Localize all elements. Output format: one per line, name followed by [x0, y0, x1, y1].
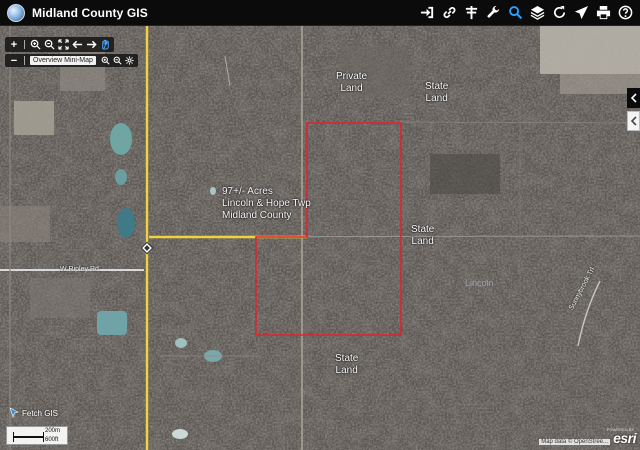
utility-pole-icon[interactable] [463, 4, 480, 21]
label-state-land-ne: State Land [425, 81, 449, 104]
expand-panel-tab[interactable] [627, 111, 640, 131]
print-icon[interactable] [595, 4, 612, 21]
link-icon[interactable] [441, 4, 458, 21]
chevron-left-icon [630, 116, 637, 126]
zoom-out-icon[interactable] [42, 38, 56, 52]
label-parcel-acreage: 97+/- Acres Lincoln & Hope Twp Midland C… [222, 186, 311, 221]
map-navigation-bar: + [5, 37, 114, 52]
search-icon[interactable] [507, 4, 524, 21]
send-icon[interactable] [573, 4, 590, 21]
previous-extent-icon[interactable] [70, 38, 84, 52]
sign-in-icon[interactable] [419, 4, 436, 21]
esri-logo[interactable]: esri [613, 430, 636, 446]
pan-hand-icon[interactable] [98, 38, 112, 52]
label-lincoln-township: Lincoln [465, 278, 494, 288]
label-private-land: Private Land [336, 71, 368, 94]
app-header: Midland County GIS [0, 0, 640, 26]
toolbar [419, 4, 634, 21]
minimap-zoom-in-icon[interactable] [100, 55, 112, 67]
layers-icon[interactable] [529, 4, 546, 21]
minimap-bar: − Overview Mini-Map [5, 54, 138, 67]
scale-bar: 200m 600ft [6, 426, 68, 445]
help-icon[interactable] [617, 4, 634, 21]
label-state-land-s: State Land [335, 353, 359, 376]
app-title: Midland County GIS [32, 5, 148, 20]
globe-logo-icon [7, 3, 25, 22]
zoom-out-button[interactable]: − [7, 54, 21, 68]
next-extent-icon[interactable] [84, 38, 98, 52]
chevron-left-icon [630, 93, 637, 103]
road-label-west: W Ripley Rd [60, 266, 99, 273]
aerial-imagery [0, 26, 640, 450]
minimap-zoom-out-icon[interactable] [112, 55, 124, 67]
scale-top-label: 200m [45, 428, 61, 434]
map-attribution[interactable]: Map data © OpenStree... [539, 439, 610, 445]
scale-bottom-label: 600ft [45, 437, 59, 443]
full-extent-icon[interactable] [56, 38, 70, 52]
scale-line [13, 436, 43, 438]
zoom-in-button[interactable]: + [7, 38, 21, 52]
zoom-in-icon[interactable] [28, 38, 42, 52]
fetch-gis-link[interactable]: Fetch GIS [8, 407, 58, 419]
refresh-icon[interactable] [551, 4, 568, 21]
wrench-icon[interactable] [485, 4, 502, 21]
map-view[interactable]: Private Land State Land 97+/- Acres Linc… [0, 26, 640, 450]
scale-tick [43, 432, 44, 442]
collapse-panel-tab[interactable] [627, 88, 640, 108]
fetch-gis-label: Fetch GIS [22, 408, 59, 418]
label-state-land-e: State Land [411, 224, 435, 247]
minimap-settings-icon[interactable] [124, 55, 136, 67]
divider [24, 56, 25, 65]
cursor-arrow-icon [9, 407, 19, 418]
overview-minimap-button[interactable]: Overview Mini-Map [30, 56, 96, 65]
divider [24, 40, 25, 49]
